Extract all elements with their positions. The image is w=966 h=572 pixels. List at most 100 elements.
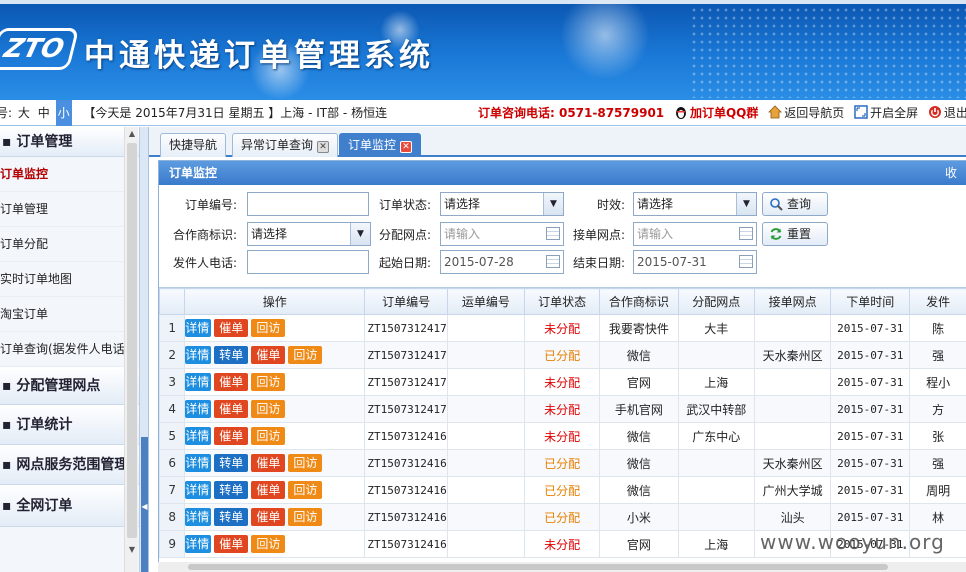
sidebar-group-label: 网点服务范围管理 bbox=[16, 457, 129, 473]
sidebar-group-order-mgmt[interactable]: ▪ 订单管理 bbox=[0, 127, 139, 157]
receive-site-label: 接单网点: bbox=[572, 228, 625, 242]
cell-status: 已分配 bbox=[523, 476, 601, 504]
search-button[interactable]: 查询 bbox=[762, 192, 828, 216]
picker-icon[interactable] bbox=[739, 227, 753, 240]
fullscreen-link[interactable]: 开启全屏 bbox=[854, 100, 918, 126]
sidebar-splitter[interactable]: ◀ bbox=[140, 127, 149, 572]
back-nav-label: 返回导航页 bbox=[784, 106, 845, 120]
order-no-input[interactable] bbox=[247, 192, 369, 216]
sidebar-item-order-assign[interactable]: 订单分配 bbox=[0, 227, 139, 262]
assign-site-input[interactable]: 请输入 bbox=[440, 222, 564, 246]
table-row[interactable]: 2 详情 转单 催单 回访 ZT1507312417 已分配 微信 天水秦州区 2015-07-3… bbox=[159, 341, 966, 369]
sidebar-item-taobao-orders[interactable]: 淘宝订单 bbox=[0, 297, 139, 332]
sidebar-item-order-management[interactable]: 订单管理 bbox=[0, 192, 139, 227]
transfer-button[interactable]: 转单 bbox=[214, 481, 249, 499]
col-header[interactable]: 下单时间 bbox=[830, 288, 911, 315]
detail-button[interactable]: 详情 bbox=[185, 481, 212, 499]
qq-group-link[interactable]: 加订单QQ群 bbox=[674, 100, 758, 126]
logout-link[interactable]: 退出系统 bbox=[928, 100, 966, 126]
sidebar-item-realtime-map[interactable]: 实时订单地图 bbox=[0, 262, 139, 297]
detail-button[interactable]: 详情 bbox=[185, 346, 212, 364]
order-status-select[interactable]: 请选择 ▼ bbox=[440, 192, 564, 216]
visit-button[interactable]: 回访 bbox=[251, 319, 286, 337]
detail-button[interactable]: 详情 bbox=[185, 535, 212, 553]
transfer-button[interactable]: 转单 bbox=[214, 454, 249, 472]
urge-button[interactable]: 催单 bbox=[251, 481, 286, 499]
sidebar-item-query-by-phone[interactable]: 订单查询(据发件人电话) bbox=[0, 332, 139, 367]
zto-logo: ZTO bbox=[0, 28, 80, 70]
detail-button[interactable]: 详情 bbox=[185, 508, 212, 526]
scroll-thumb[interactable] bbox=[188, 564, 888, 570]
font-size-large[interactable]: 大 bbox=[16, 100, 32, 126]
detail-button[interactable]: 详情 bbox=[185, 319, 212, 337]
sender-phone-input[interactable] bbox=[247, 250, 369, 274]
col-header[interactable]: 合作商标识 bbox=[599, 288, 679, 315]
font-size-small[interactable]: 小 bbox=[55, 100, 72, 126]
tab-quick-nav[interactable]: 快捷导航 bbox=[160, 133, 227, 157]
close-icon[interactable]: ✕ bbox=[317, 141, 330, 153]
urge-button[interactable]: 催单 bbox=[214, 373, 249, 391]
table-row[interactable]: 7 详情 转单 催单 回访 ZT1507312416 已分配 微信 广州大学城 2015-07-3… bbox=[159, 476, 966, 504]
table-row[interactable]: 8 详情 转单 催单 回访 ZT1507312416 已分配 小米 汕头 2015-07-31 林 bbox=[159, 503, 966, 531]
sidebar-group-network-orders[interactable]: ▪ 全网订单 bbox=[0, 485, 139, 527]
scroll-up-icon[interactable]: ▲ bbox=[125, 127, 139, 141]
row-actions: 详情 转单 催单 回访 bbox=[184, 449, 366, 477]
col-header[interactable]: 订单状态 bbox=[523, 288, 601, 315]
visit-button[interactable]: 回访 bbox=[288, 508, 323, 526]
urge-button[interactable]: 催单 bbox=[214, 400, 249, 418]
back-nav-link[interactable]: 返回导航页 bbox=[768, 100, 844, 126]
scroll-down-icon[interactable]: ▼ bbox=[125, 543, 139, 557]
visit-button[interactable]: 回访 bbox=[288, 346, 323, 364]
urge-button[interactable]: 催单 bbox=[214, 319, 249, 337]
table-row[interactable]: 5 详情 催单 回访 ZT1507312416 未分配 微信 广东中心 2015-07-31 张 bbox=[159, 422, 966, 450]
sidebar-group-assign-sites[interactable]: ▪ 分配管理网点 bbox=[0, 367, 139, 405]
urge-button[interactable]: 催单 bbox=[251, 508, 286, 526]
calendar-icon[interactable] bbox=[739, 255, 753, 268]
cell-status: 未分配 bbox=[523, 395, 601, 423]
sidebar-item-order-monitor[interactable]: 订单监控 bbox=[0, 157, 139, 192]
detail-button[interactable]: 详情 bbox=[185, 454, 212, 472]
detail-button[interactable]: 详情 bbox=[185, 427, 212, 445]
visit-button[interactable]: 回访 bbox=[251, 535, 286, 553]
detail-button[interactable]: 详情 bbox=[185, 400, 212, 418]
urge-button[interactable]: 催单 bbox=[251, 454, 286, 472]
start-date-input[interactable]: 2015-07-28 bbox=[440, 250, 564, 274]
urge-button[interactable]: 催单 bbox=[214, 427, 249, 445]
table-row[interactable]: 4 详情 催单 回访 ZT1507312417 未分配 手机官网 武汉中转部 2015-07-3… bbox=[159, 395, 966, 423]
detail-button[interactable]: 详情 bbox=[185, 373, 212, 391]
visit-button[interactable]: 回访 bbox=[288, 481, 323, 499]
transfer-button[interactable]: 转单 bbox=[214, 346, 249, 364]
collapse-arrow-icon[interactable]: ◀ bbox=[141, 437, 148, 572]
reset-button[interactable]: 重置 bbox=[762, 222, 828, 246]
sidebar-group-label: 全网订单 bbox=[16, 498, 73, 514]
horizontal-scrollbar[interactable] bbox=[158, 562, 966, 572]
end-date-input[interactable]: 2015-07-31 bbox=[633, 250, 757, 274]
visit-button[interactable]: 回访 bbox=[288, 454, 323, 472]
font-size-medium[interactable]: 中 bbox=[36, 100, 52, 126]
col-header[interactable]: 订单编号 bbox=[364, 288, 448, 315]
cell-sender: 林 bbox=[909, 503, 966, 531]
visit-button[interactable]: 回访 bbox=[251, 400, 286, 418]
tab-order-monitor[interactable]: 订单监控 ✕ bbox=[339, 133, 422, 157]
dropdown-arrow-icon[interactable]: ▼ bbox=[736, 193, 756, 215]
sidebar-scrollbar[interactable]: ▲ ▼ bbox=[124, 127, 138, 572]
scroll-thumb[interactable] bbox=[127, 143, 137, 538]
urge-button[interactable]: 催单 bbox=[251, 346, 286, 364]
receive-site-input[interactable]: 请输入 bbox=[633, 222, 757, 246]
close-icon[interactable]: ✕ bbox=[400, 141, 413, 153]
visit-button[interactable]: 回访 bbox=[251, 373, 286, 391]
tab-exception-orders[interactable]: 异常订单查询 ✕ bbox=[232, 133, 339, 157]
col-header[interactable]: 运单编号 bbox=[446, 288, 525, 315]
table-row[interactable]: 1 详情 催单 回访 ZT1507312417 未分配 我要寄快件 大丰 2015-07-31 陈 bbox=[159, 314, 966, 342]
col-header[interactable]: 分配网点 bbox=[677, 288, 755, 315]
table-row[interactable]: 3 详情 催单 回访 ZT1507312417 未分配 官网 上海 2015-07-31 程小 bbox=[159, 368, 966, 396]
sidebar-group-statistics[interactable]: ▪ 订单统计 bbox=[0, 405, 139, 445]
urge-button[interactable]: 催单 bbox=[214, 535, 249, 553]
col-header[interactable]: 接单网点 bbox=[753, 288, 832, 315]
transfer-button[interactable]: 转单 bbox=[214, 508, 249, 526]
sidebar-group-coverage[interactable]: ▪ 网点服务范围管理 bbox=[0, 445, 139, 485]
visit-button[interactable]: 回访 bbox=[251, 427, 286, 445]
table-row[interactable]: 6 详情 转单 催单 回访 ZT1507312416 已分配 微信 天水秦州区 2015-07-3… bbox=[159, 449, 966, 477]
col-header[interactable]: 发件 bbox=[909, 288, 966, 315]
timeliness-select[interactable]: 请选择 ▼ bbox=[633, 192, 757, 216]
